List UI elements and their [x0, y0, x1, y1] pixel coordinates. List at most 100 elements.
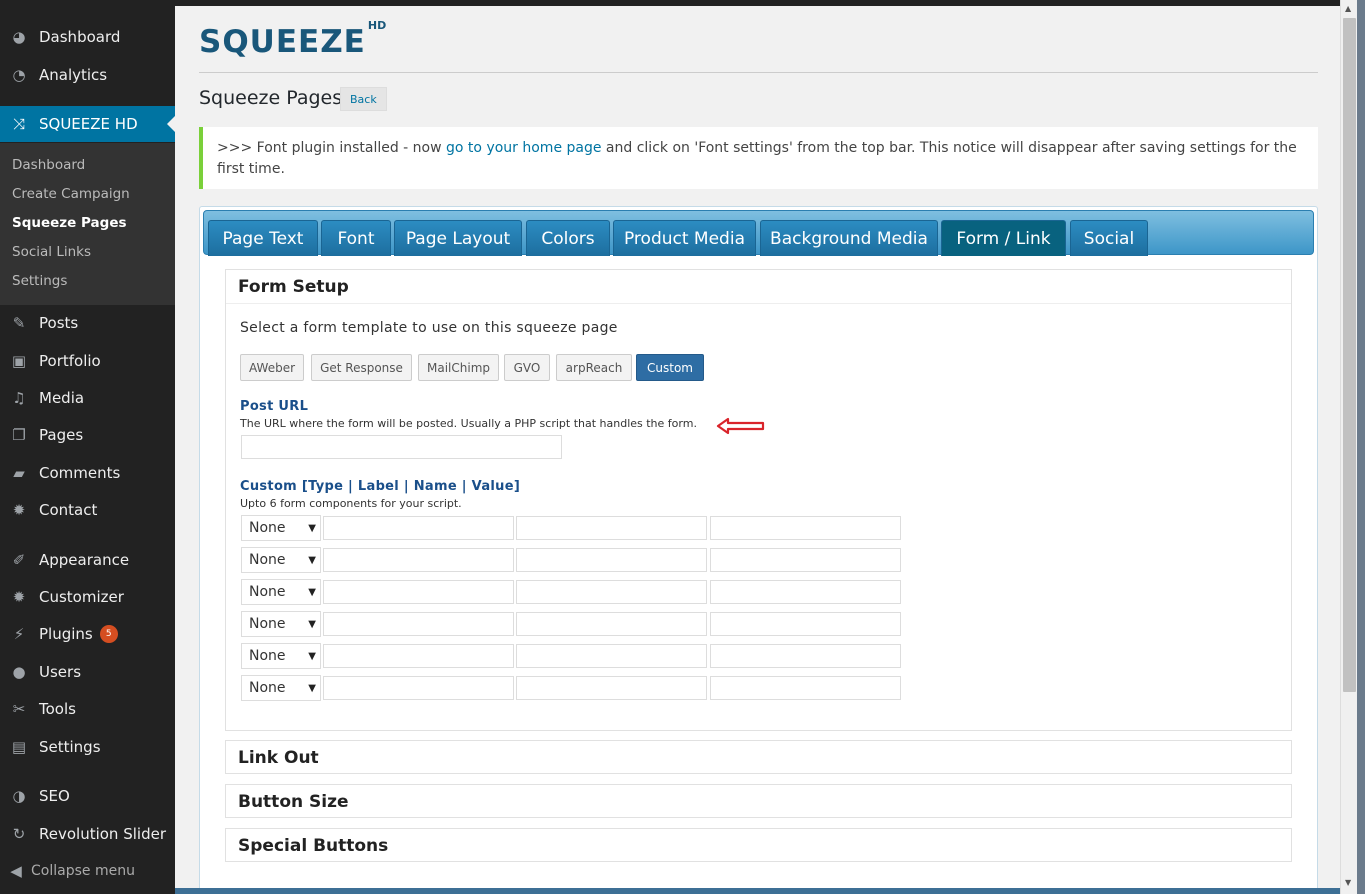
tab-font[interactable]: Font	[321, 220, 391, 256]
tab-page-layout[interactable]: Page Layout	[394, 220, 522, 256]
window-edge	[1357, 0, 1365, 894]
submenu-item-create-campaign[interactable]: Create Campaign	[12, 186, 130, 202]
sidebar-item-customizer[interactable]: ✹ Customizer	[0, 579, 175, 615]
custom-value-input[interactable]	[710, 548, 901, 572]
custom-value-input[interactable]	[710, 612, 901, 636]
custom-name-input[interactable]	[516, 676, 707, 700]
template-custom-button[interactable]: Custom	[636, 354, 704, 381]
tab-social[interactable]: Social	[1070, 220, 1148, 256]
plugins-update-badge: 5	[99, 625, 118, 643]
button-size-section[interactable]: Button Size	[225, 784, 1292, 818]
sidebar-item-pages[interactable]: ❐ Pages	[0, 417, 175, 453]
sidebar-item-label: Appearance	[39, 551, 130, 569]
sidebar-item-label: Comments	[39, 464, 121, 482]
submenu-item-dashboard[interactable]: Dashboard	[12, 157, 85, 173]
vertical-scrollbar[interactable]: ▲ ▼	[1340, 0, 1357, 894]
custom-type-select[interactable]: None ▼	[241, 675, 321, 701]
custom-name-input[interactable]	[516, 580, 707, 604]
template-gvo-button[interactable]: GVO	[504, 354, 550, 381]
custom-label-input[interactable]	[323, 644, 514, 668]
custom-type-value: None	[249, 680, 286, 696]
custom-value-input[interactable]	[710, 676, 901, 700]
post-url-input[interactable]	[241, 435, 562, 459]
annotation-arrow-icon	[716, 417, 765, 435]
tab-page-text[interactable]: Page Text	[208, 220, 318, 256]
sidebar-item-seo[interactable]: ◑ SEO	[0, 778, 175, 814]
shuffle-icon: ⤨	[12, 115, 25, 133]
wrench-icon: ✂	[12, 700, 26, 718]
dashboard-icon: ◕	[12, 28, 26, 46]
sidebar-item-label: Users	[39, 663, 82, 681]
custom-value-input[interactable]	[710, 516, 901, 540]
link-out-title[interactable]: Link Out	[238, 748, 319, 768]
brush-icon: ✐	[12, 551, 26, 569]
custom-name-input[interactable]	[516, 612, 707, 636]
form-setup-header[interactable]: Form Setup	[226, 270, 1291, 304]
sidebar-item-appearance[interactable]: ✐ Appearance	[0, 542, 175, 578]
special-buttons-title[interactable]: Special Buttons	[238, 836, 388, 856]
custom-type-value: None	[249, 648, 286, 664]
button-size-title[interactable]: Button Size	[238, 792, 349, 812]
custom-label-input[interactable]	[323, 580, 514, 604]
submenu-item-settings[interactable]: Settings	[12, 273, 67, 289]
custom-type-select[interactable]: None ▼	[241, 611, 321, 637]
dropdown-caret-icon: ▼	[308, 554, 316, 566]
pages-icon: ❐	[12, 426, 26, 444]
custom-label-input[interactable]	[323, 548, 514, 572]
template-getresponse-button[interactable]: Get Response	[311, 354, 412, 381]
custom-type-select[interactable]: None ▼	[241, 547, 321, 573]
scroll-up-icon[interactable]: ▲	[1345, 4, 1351, 13]
custom-label-input[interactable]	[323, 612, 514, 636]
dropdown-caret-icon: ▼	[308, 618, 316, 630]
sidebar-item-settings[interactable]: ▤ Settings	[0, 729, 175, 765]
tab-form-link[interactable]: Form / Link	[941, 220, 1066, 256]
scrollbar-thumb[interactable]	[1343, 18, 1356, 692]
custom-value-input[interactable]	[710, 644, 901, 668]
custom-fields-description: Upto 6 form components for your script.	[240, 497, 462, 510]
home-page-link[interactable]: go to your home page	[446, 140, 601, 156]
sidebar-item-portfolio[interactable]: ▣ Portfolio	[0, 343, 175, 379]
analytics-icon: ◔	[12, 66, 26, 84]
sidebar-item-users[interactable]: ● Users	[0, 654, 175, 690]
template-mailchimp-button[interactable]: MailChimp	[418, 354, 499, 381]
template-arpreach-button[interactable]: arpReach	[556, 354, 632, 381]
sidebar-item-dashboard[interactable]: ◕ Dashboard	[0, 19, 175, 55]
sidebar-item-label: Media	[39, 389, 85, 407]
comments-icon: ▰	[13, 464, 25, 482]
template-aweber-button[interactable]: AWeber	[240, 354, 304, 381]
sidebar-item-revolution-slider[interactable]: ↻ Revolution Slider	[0, 816, 175, 852]
tab-colors[interactable]: Colors	[526, 220, 610, 256]
collapse-menu-button[interactable]: ◀ Collapse menu	[0, 853, 175, 889]
back-button[interactable]: Back	[340, 87, 387, 111]
custom-type-select[interactable]: None ▼	[241, 579, 321, 605]
sidebar-item-analytics[interactable]: ◔ Analytics	[0, 57, 175, 93]
sidebar-item-label: Contact	[39, 501, 98, 519]
collapse-menu-label: Collapse menu	[31, 863, 135, 879]
custom-label-input[interactable]	[323, 676, 514, 700]
custom-name-input[interactable]	[516, 644, 707, 668]
form-setup-title[interactable]: Form Setup	[238, 277, 349, 297]
custom-type-value: None	[249, 520, 286, 536]
link-out-section[interactable]: Link Out	[225, 740, 1292, 774]
custom-name-input[interactable]	[516, 548, 707, 572]
custom-label-input[interactable]	[323, 516, 514, 540]
sidebar-item-tools[interactable]: ✂ Tools	[0, 691, 175, 727]
submenu-item-social-links[interactable]: Social Links	[12, 244, 91, 260]
sidebar-item-squeeze-hd[interactable]: ⤨ SQUEEZE HD	[0, 106, 175, 142]
plug-icon: ⚡	[13, 625, 25, 643]
sidebar-item-media[interactable]: ♫ Media	[0, 380, 175, 416]
sidebar-item-label: SQUEEZE HD	[39, 115, 138, 133]
tab-product-media[interactable]: Product Media	[613, 220, 756, 256]
sidebar-item-posts[interactable]: ✎ Posts	[0, 305, 175, 341]
sidebar-item-comments[interactable]: ▰ Comments	[0, 455, 175, 491]
sidebar-item-plugins[interactable]: ⚡ Plugins 5	[0, 616, 175, 652]
sidebar-item-contact[interactable]: ✹ Contact	[0, 492, 175, 528]
custom-type-select[interactable]: None ▼	[241, 515, 321, 541]
submenu-item-squeeze-pages[interactable]: Squeeze Pages	[12, 215, 127, 231]
custom-type-select[interactable]: None ▼	[241, 643, 321, 669]
custom-value-input[interactable]	[710, 580, 901, 604]
special-buttons-section[interactable]: Special Buttons	[225, 828, 1292, 862]
tab-background-media[interactable]: Background Media	[760, 220, 938, 256]
custom-name-input[interactable]	[516, 516, 707, 540]
scroll-down-icon[interactable]: ▼	[1345, 878, 1351, 887]
